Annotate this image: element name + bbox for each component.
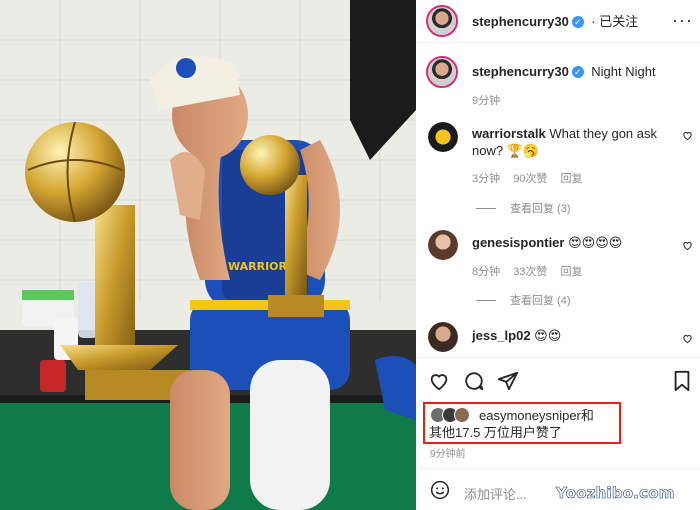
comment-username[interactable]: warriorstalk [472, 126, 546, 141]
header-avatar[interactable] [426, 5, 458, 37]
avatar-image [428, 322, 458, 352]
like-heart-icon[interactable] [428, 370, 450, 392]
avatar-image [428, 7, 456, 35]
svg-text:WARRIORS: WARRIORS [228, 260, 295, 273]
liker-avatars [430, 407, 474, 423]
view-replies-label: 查看回复 (4) [510, 295, 571, 307]
comment-username[interactable]: genesispontier [472, 235, 564, 250]
comment-jess_lp02: jess_lp02 😍😍 [472, 327, 672, 344]
likes-line-1: easymoneysniper和 [479, 408, 594, 423]
comment-like-heart-icon[interactable] [682, 130, 694, 142]
avatar-image [428, 122, 458, 152]
caption-avatar[interactable] [426, 56, 458, 88]
comment-avatar-jess_lp02[interactable] [428, 322, 458, 352]
likes-summary[interactable]: easymoneysniper和 其他17.5 万位用户赞了 [429, 407, 619, 441]
follow-status[interactable]: · 已关注 [591, 14, 638, 29]
caption-username[interactable]: stephencurry30 [472, 64, 569, 79]
avatar-image [428, 230, 458, 260]
caption-text: Night Night [591, 64, 656, 79]
post-image: WARRIORS [0, 0, 416, 510]
comment-reply-button[interactable]: 回复 [561, 266, 583, 278]
comment-time: 3分钟 [472, 173, 501, 185]
comment-text: 😍😍😍😍 [568, 235, 623, 250]
footer-divider [416, 468, 700, 469]
avatar-image [428, 58, 456, 86]
likes-line-2: 其他17.5 万位用户赞了 [429, 425, 562, 440]
caption: stephencurry30 ✓ Night Night [472, 63, 692, 81]
post-timestamp: 9分钟前 [430, 449, 466, 460]
header-user: stephencurry30 ✓ · 已关注 [472, 13, 638, 31]
header-username[interactable]: stephencurry30 [472, 14, 569, 29]
comment-like-heart-icon[interactable] [682, 240, 694, 252]
comment-reply-button[interactable]: 回复 [561, 173, 583, 185]
view-replies-button[interactable]: 查看回复 (4) [476, 292, 571, 308]
watermark: Yoozhibo.com [556, 484, 675, 503]
comment-like-heart-icon[interactable] [682, 333, 694, 345]
comment-time: 8分钟 [472, 266, 501, 278]
comment-likes[interactable]: 90次赞 [513, 173, 547, 185]
bookmark-save-icon[interactable] [672, 370, 692, 392]
emoji-smiley-icon[interactable] [430, 480, 450, 500]
actions-divider [416, 357, 700, 358]
header-divider [416, 42, 700, 43]
caption-time: 9分钟 [472, 95, 501, 107]
verified-badge-icon: ✓ [571, 15, 584, 28]
comment-meta: 3分钟 90次赞 回复 [472, 170, 583, 186]
comment-genesispontier: genesispontier 😍😍😍😍 [472, 234, 672, 251]
comment-avatar-warriorstalk[interactable] [428, 122, 458, 152]
comment-bubble-icon[interactable] [463, 370, 485, 392]
comment-text: 😍😍 [534, 328, 562, 343]
view-replies-label: 查看回复 (3) [510, 203, 571, 215]
share-send-icon[interactable] [497, 370, 519, 392]
comment-warriorstalk: warriorstalk What they gon ask now? 🏆🥱 [472, 125, 672, 159]
verified-badge-icon: ✓ [571, 65, 584, 78]
avatar [454, 407, 470, 423]
add-comment-input[interactable]: 添加评论... [464, 484, 527, 503]
divider [476, 207, 496, 209]
comment-avatar-genesispontier[interactable] [428, 230, 458, 260]
comment-likes[interactable]: 33次赞 [513, 266, 547, 278]
view-replies-button[interactable]: 查看回复 (3) [476, 200, 571, 216]
comment-username[interactable]: jess_lp02 [472, 328, 531, 343]
more-options-icon[interactable]: ··· [672, 10, 693, 31]
post-photo[interactable]: WARRIORS [0, 0, 416, 510]
divider [476, 299, 496, 301]
comment-meta: 8分钟 33次赞 回复 [472, 263, 583, 279]
